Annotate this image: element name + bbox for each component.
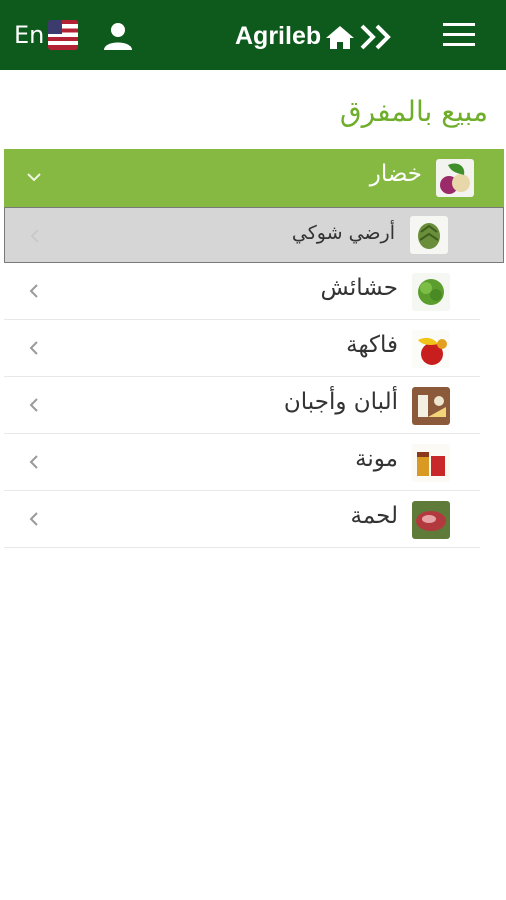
vegetables-icon — [436, 159, 474, 197]
herbs-icon — [412, 273, 450, 311]
category-vegetables[interactable]: خضار — [4, 149, 504, 207]
subcategory-artichoke[interactable]: أرضي شوكي — [4, 207, 504, 263]
artichoke-icon — [410, 216, 448, 254]
category-label: خضار — [369, 161, 422, 187]
chevron-left-icon — [29, 398, 38, 412]
user-icon[interactable] — [103, 22, 133, 50]
hamburger-menu-icon[interactable] — [443, 21, 475, 49]
chevron-left-icon — [29, 341, 38, 355]
category-list: خضار أرضي شوكي حشائش فاكهة ألبان وأجبان … — [4, 149, 504, 548]
category-herbs[interactable]: حشائش — [4, 263, 480, 320]
chevron-left-icon — [29, 512, 38, 526]
category-meat[interactable]: لحمة — [4, 491, 480, 548]
subcategory-label: أرضي شوكي — [291, 222, 395, 244]
category-label: فاكهة — [346, 332, 398, 358]
language-label: En — [14, 21, 45, 49]
app-header: En Agrileb — [0, 0, 506, 70]
category-pantry[interactable]: مونة — [4, 434, 480, 491]
category-label: حشائش — [320, 275, 398, 301]
fruit-icon — [412, 330, 450, 368]
chevron-left-icon — [29, 284, 38, 298]
double-chevron-icon — [360, 24, 391, 49]
category-label: ألبان وأجبان — [283, 389, 398, 415]
brand-logo[interactable]: Agrileb — [235, 22, 395, 51]
dairy-icon — [412, 387, 450, 425]
chevron-left-icon — [30, 229, 39, 243]
category-label: لحمة — [350, 503, 398, 529]
category-fruit[interactable]: فاكهة — [4, 320, 480, 377]
page-title: مبيع بالمفرق — [339, 95, 488, 128]
home-icon — [326, 25, 355, 49]
brand-name: Agrileb — [235, 22, 322, 50]
us-flag-icon — [48, 20, 79, 50]
pantry-icon — [412, 444, 450, 482]
category-dairy[interactable]: ألبان وأجبان — [4, 377, 480, 434]
chevron-left-icon — [29, 455, 38, 469]
language-switcher[interactable]: En — [14, 20, 79, 50]
category-label: مونة — [355, 446, 398, 472]
chevron-down-icon — [27, 173, 41, 182]
meat-icon — [412, 501, 450, 539]
